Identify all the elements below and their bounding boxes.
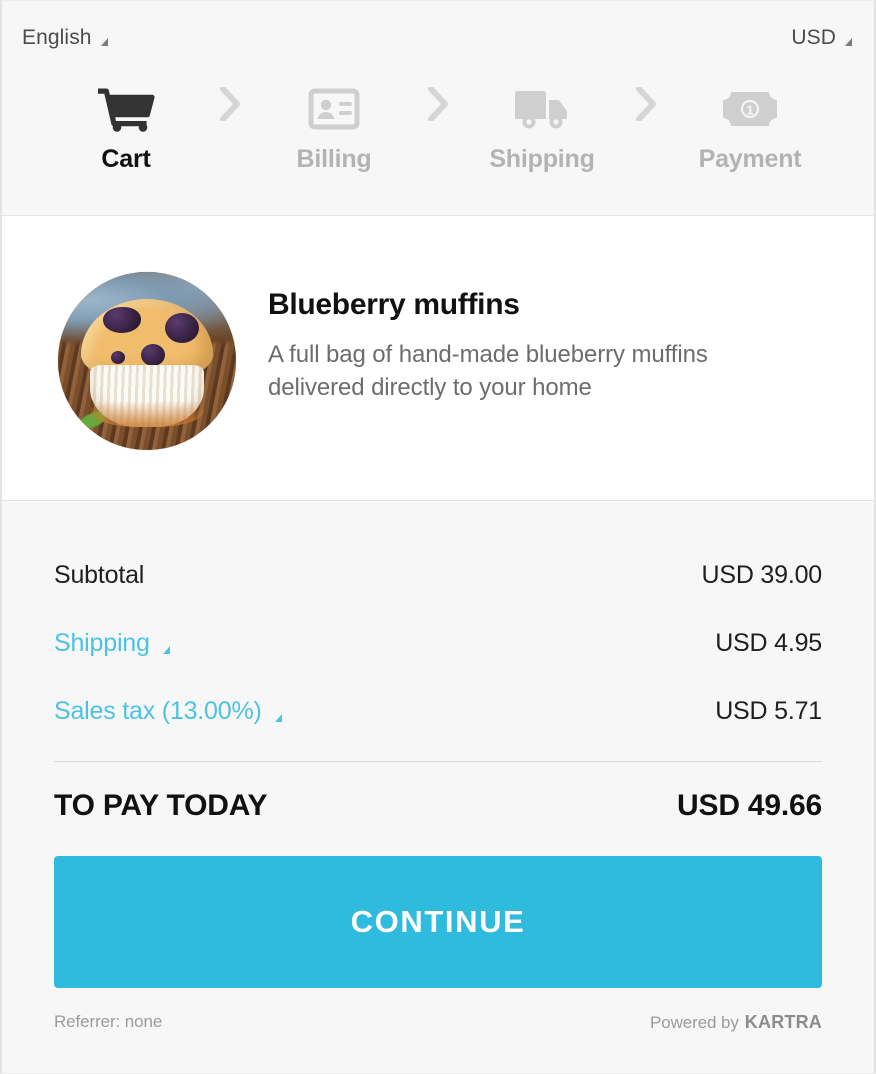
product-section: Blueberry muffins A full bag of hand-mad… [2,216,874,501]
step-label: Cart [101,145,151,173]
language-selector[interactable]: English [22,27,108,48]
step-cart[interactable]: Cart [51,73,201,174]
summary-value: USD 39.00 [701,560,823,589]
product-image [58,272,236,450]
blueberry [141,343,165,366]
triangle-down-icon [162,645,170,654]
grand-total-value: USD 49.66 [677,789,822,822]
summary-row-shipping: Shipping USD 4.95 [54,609,822,677]
kartra-logo: KARTRA [744,1011,822,1032]
summary-label: Sales tax (13.00%) [54,696,262,725]
step-shipping[interactable]: Shipping [467,73,617,174]
banknote-icon: 1 [721,83,779,135]
summary-label: Subtotal [54,560,145,589]
referrer-text: Referrer: none [54,1012,163,1031]
summary-row-sales-tax: Sales tax (13.00%) USD 5.71 [54,677,822,745]
step-label: Shipping [489,145,595,173]
powered-by-text: Powered by [650,1012,739,1032]
chevron-right-icon [220,87,240,121]
continue-button[interactable]: CONTINUE [54,856,822,988]
summary-label: Shipping [54,628,150,657]
summary-row-subtotal: Subtotal USD 39.00 [54,541,822,609]
product-info: Blueberry muffins A full bag of hand-mad… [268,272,808,404]
powered-by: Powered by KARTRA [650,1012,822,1033]
summary-value: USD 5.71 [715,696,822,725]
step-separator [409,73,467,125]
svg-text:1: 1 [746,103,753,118]
triangle-down-icon [845,37,852,46]
checkout-page: English USD Cart Billing Shipping 1 Paym… [0,0,876,1074]
shipping-expander[interactable]: Shipping [54,628,170,657]
product-title: Blueberry muffins [268,288,520,321]
step-label: Billing [296,145,372,173]
product-description: A full bag of hand-made blueberry muffin… [268,340,708,401]
sales-tax-expander[interactable]: Sales tax (13.00%) [54,696,282,725]
step-label: Payment [698,145,802,173]
step-payment[interactable]: 1 Payment [675,73,825,174]
shopping-cart-icon [97,83,155,135]
top-bar: English USD [2,1,874,73]
currency-selector[interactable]: USD [791,27,852,48]
step-separator [201,73,259,125]
triangle-down-icon [100,37,108,46]
chevron-right-icon [428,87,448,121]
grand-total-row: TO PAY TODAY USD 49.66 [54,762,822,850]
footer: Referrer: none Powered by KARTRA [54,988,822,1042]
blueberry [165,312,199,343]
chevron-right-icon [636,87,656,121]
checkout-stepper: Cart Billing Shipping 1 Payment [2,73,874,216]
step-separator [617,73,675,125]
currency-value: USD [791,25,836,49]
blueberry [103,306,141,333]
summary-label-wrap: Subtotal [54,560,145,589]
grand-total-label: TO PAY TODAY [54,789,268,822]
muffin-wrapper [90,364,204,427]
step-billing[interactable]: Billing [259,73,409,174]
blueberry [111,350,125,364]
summary-value: USD 4.95 [715,628,822,657]
id-card-icon [308,83,360,135]
order-summary: Subtotal USD 39.00 Shipping USD 4.95 Sal… [2,501,874,1073]
delivery-truck-icon [513,83,571,135]
language-value: English [22,25,92,49]
muffin-illustration [81,298,213,427]
triangle-down-icon [274,713,282,722]
